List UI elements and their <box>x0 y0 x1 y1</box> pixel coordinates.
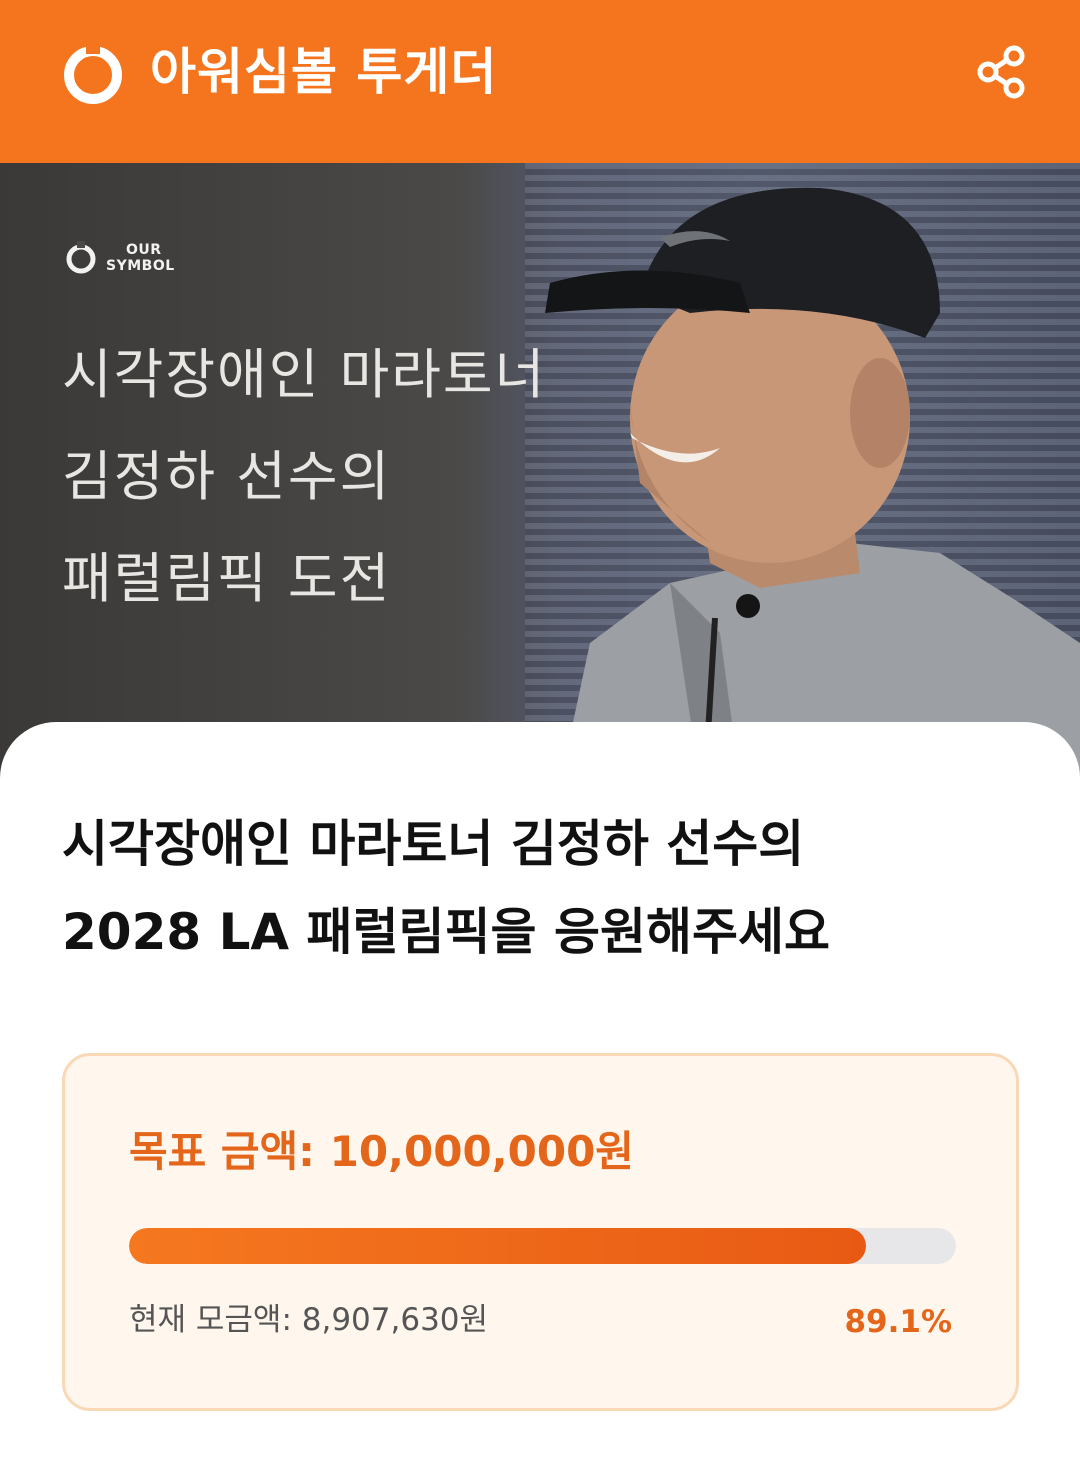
hero-text-line: 시각장애인 마라토너 <box>62 343 547 406</box>
share-button[interactable] <box>970 40 1034 104</box>
app-title: 아워심볼 투게더 <box>150 43 498 101</box>
goal-amount: 목표 금액: 10,000,000원 <box>129 1127 634 1176</box>
hero-text-line: 패럴림픽 도전 <box>62 547 392 610</box>
hero-brand: OUR SYMBOL <box>64 241 175 275</box>
progress-percent: 89.1% <box>844 1304 952 1340</box>
campaign-title: 시각장애인 마라토너 김정하 선수의 2028 LA 패럴림픽을 응원해주세요 <box>62 815 830 961</box>
hero-brand-text: OUR SYMBOL <box>106 242 175 274</box>
funding-card: 목표 금액: 10,000,000원 현재 모금액: 8,907,630원 89… <box>62 1053 1019 1411</box>
current-amount: 현재 모금액: 8,907,630원 <box>129 1302 489 1338</box>
athlete-photo <box>545 187 1080 783</box>
hero-banner: OUR SYMBOL 시각장애인 마라토너 김정하 선수의 패럴림픽 도전 <box>0 163 1080 783</box>
app-header: 아워심볼 투게더 <box>0 0 1080 163</box>
ring-logo-icon <box>64 42 122 104</box>
share-icon <box>977 45 1025 99</box>
ring-logo-icon <box>66 241 96 274</box>
hero-text-line: 김정하 선수의 <box>62 445 392 508</box>
progress-bar <box>129 1228 956 1264</box>
progress-bar-fill <box>129 1228 866 1264</box>
